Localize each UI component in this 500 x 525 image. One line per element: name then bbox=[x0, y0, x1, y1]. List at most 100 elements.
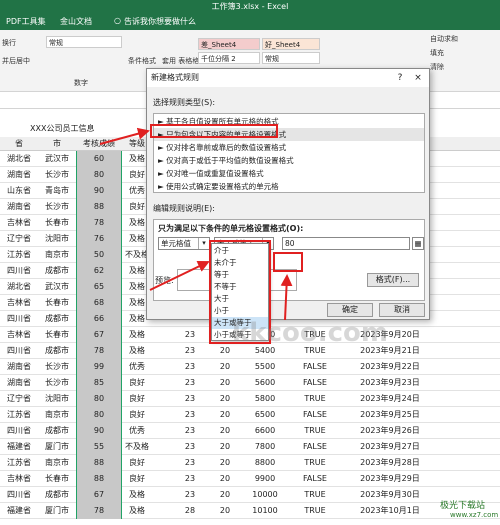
table-cell[interactable]: 良好 bbox=[122, 471, 152, 487]
table-cell[interactable]: 江苏省 bbox=[0, 407, 38, 423]
table-cell[interactable]: 四川省 bbox=[0, 343, 38, 359]
table-cell[interactable]: 78 bbox=[76, 215, 122, 231]
table-cell[interactable]: 长春市 bbox=[38, 295, 76, 311]
table-cell[interactable]: 2023年9月27日 bbox=[340, 439, 440, 455]
table-cell[interactable]: 四川省 bbox=[0, 487, 38, 503]
conditional-format-button[interactable]: 条件格式 bbox=[128, 56, 156, 66]
table-cell[interactable]: 长春市 bbox=[38, 215, 76, 231]
table-cell[interactable]: 辽宁省 bbox=[0, 231, 38, 247]
table-cell[interactable]: 江苏省 bbox=[0, 247, 38, 263]
rule-item[interactable]: ► 使用公式确定要设置格式的单元格 bbox=[154, 180, 424, 193]
table-cell[interactable]: 长沙市 bbox=[38, 375, 76, 391]
table-cell[interactable]: 78 bbox=[76, 343, 122, 359]
table-cell[interactable]: 南京市 bbox=[38, 247, 76, 263]
table-cell[interactable]: 湖北省 bbox=[0, 279, 38, 295]
ok-button[interactable]: 确定 bbox=[327, 303, 373, 317]
table-cell[interactable]: FALSE bbox=[295, 471, 335, 487]
table-cell[interactable]: 20 bbox=[210, 487, 240, 503]
table-cell[interactable]: 23 bbox=[175, 327, 205, 343]
table-cell[interactable]: 2023年9月23日 bbox=[340, 375, 440, 391]
table-cell[interactable]: 23 bbox=[175, 407, 205, 423]
table-cell[interactable]: 湖南省 bbox=[0, 199, 38, 215]
table-cell[interactable]: 武汉市 bbox=[38, 151, 76, 167]
table-cell[interactable]: 2023年9月28日 bbox=[340, 455, 440, 471]
table-cell[interactable]: 及格 bbox=[122, 343, 152, 359]
cancel-button[interactable]: 取消 bbox=[379, 303, 425, 317]
table-cell[interactable]: 及格 bbox=[122, 487, 152, 503]
table-cell[interactable]: 四川省 bbox=[0, 263, 38, 279]
table-cell[interactable]: 福建省 bbox=[0, 503, 38, 519]
table-cell[interactable]: 55 bbox=[76, 439, 122, 455]
help-icon[interactable]: ? bbox=[393, 71, 407, 85]
table-cell[interactable]: 福建省 bbox=[0, 439, 38, 455]
table-cell[interactable]: 吉林省 bbox=[0, 471, 38, 487]
table-cell[interactable]: 不及格 bbox=[122, 439, 152, 455]
table-cell[interactable]: 长沙市 bbox=[38, 359, 76, 375]
table-cell[interactable]: 四川省 bbox=[0, 311, 38, 327]
table-cell[interactable]: 90 bbox=[76, 183, 122, 199]
table-cell[interactable]: TRUE bbox=[295, 423, 335, 439]
table-cell[interactable]: 成都市 bbox=[38, 263, 76, 279]
table-cell[interactable]: 2023年9月25日 bbox=[340, 407, 440, 423]
table-cell[interactable]: 20 bbox=[210, 407, 240, 423]
table-cell[interactable]: 10000 bbox=[245, 487, 285, 503]
table-cell[interactable]: 10100 bbox=[245, 503, 285, 519]
table-cell[interactable]: 吉林省 bbox=[0, 295, 38, 311]
style-thousands[interactable]: 千位分隔 2 bbox=[198, 52, 260, 64]
table-cell[interactable]: 20 bbox=[210, 503, 240, 519]
table-cell[interactable]: TRUE bbox=[295, 391, 335, 407]
table-cell[interactable]: 辽宁省 bbox=[0, 391, 38, 407]
table-cell[interactable]: 良好 bbox=[122, 391, 152, 407]
rule-item[interactable]: ► 仅对高于或低于平均值的数值设置格式 bbox=[154, 154, 424, 167]
table-cell[interactable]: 湖南省 bbox=[0, 375, 38, 391]
table-cell[interactable]: 23 bbox=[175, 487, 205, 503]
table-cell[interactable]: 78 bbox=[76, 503, 122, 519]
table-cell[interactable]: 20 bbox=[210, 455, 240, 471]
table-cell[interactable]: 20 bbox=[210, 375, 240, 391]
table-cell[interactable]: 80 bbox=[76, 407, 122, 423]
table-cell[interactable]: 优秀 bbox=[122, 359, 152, 375]
tab-pdf[interactable]: PDF工具集 bbox=[6, 16, 46, 27]
table-cell[interactable]: 2023年9月24日 bbox=[340, 391, 440, 407]
table-cell[interactable]: 20 bbox=[210, 439, 240, 455]
table-cell[interactable]: 成都市 bbox=[38, 487, 76, 503]
table-cell[interactable]: 62 bbox=[76, 263, 122, 279]
table-cell[interactable]: 20 bbox=[210, 423, 240, 439]
table-cell[interactable]: 优秀 bbox=[122, 423, 152, 439]
table-cell[interactable]: 青岛市 bbox=[38, 183, 76, 199]
table-cell[interactable]: 9900 bbox=[245, 471, 285, 487]
style-good[interactable]: 好_Sheet4 bbox=[262, 38, 320, 50]
table-cell[interactable]: FALSE bbox=[295, 359, 335, 375]
table-cell[interactable]: 5800 bbox=[245, 391, 285, 407]
table-cell[interactable]: 2023年9月26日 bbox=[340, 423, 440, 439]
condition-type-select[interactable]: 单元格值 ▾ bbox=[158, 237, 210, 250]
table-cell[interactable]: 武汉市 bbox=[38, 279, 76, 295]
table-cell[interactable]: 20 bbox=[210, 359, 240, 375]
clear-button[interactable]: 清除 bbox=[430, 62, 444, 72]
table-cell[interactable]: 长春市 bbox=[38, 471, 76, 487]
table-cell[interactable]: 23 bbox=[175, 375, 205, 391]
table-cell[interactable]: 成都市 bbox=[38, 343, 76, 359]
table-cell[interactable]: FALSE bbox=[295, 375, 335, 391]
tab-jinshan[interactable]: 金山文档 bbox=[60, 16, 92, 27]
table-cell[interactable]: 85 bbox=[76, 375, 122, 391]
table-cell[interactable]: TRUE bbox=[295, 455, 335, 471]
merge-center-button[interactable]: 并后居中 bbox=[2, 56, 30, 66]
close-icon[interactable]: × bbox=[411, 71, 425, 85]
table-cell[interactable]: 20 bbox=[210, 471, 240, 487]
table-cell[interactable]: 76 bbox=[76, 231, 122, 247]
table-cell[interactable]: 吉林省 bbox=[0, 327, 38, 343]
table-cell[interactable]: 88 bbox=[76, 455, 122, 471]
table-cell[interactable]: 60 bbox=[76, 151, 122, 167]
table-cell[interactable]: 2023年9月29日 bbox=[340, 471, 440, 487]
table-cell[interactable]: 厦门市 bbox=[38, 503, 76, 519]
table-cell[interactable]: 23 bbox=[175, 471, 205, 487]
table-cell[interactable]: 长沙市 bbox=[38, 199, 76, 215]
table-cell[interactable]: 23 bbox=[175, 343, 205, 359]
table-cell[interactable]: 90 bbox=[76, 423, 122, 439]
table-cell[interactable]: 长沙市 bbox=[38, 167, 76, 183]
table-cell[interactable]: 吉林省 bbox=[0, 215, 38, 231]
format-button[interactable]: 格式(F)... bbox=[367, 273, 419, 287]
table-cell[interactable]: 良好 bbox=[122, 375, 152, 391]
table-cell[interactable]: 及格 bbox=[122, 327, 152, 343]
